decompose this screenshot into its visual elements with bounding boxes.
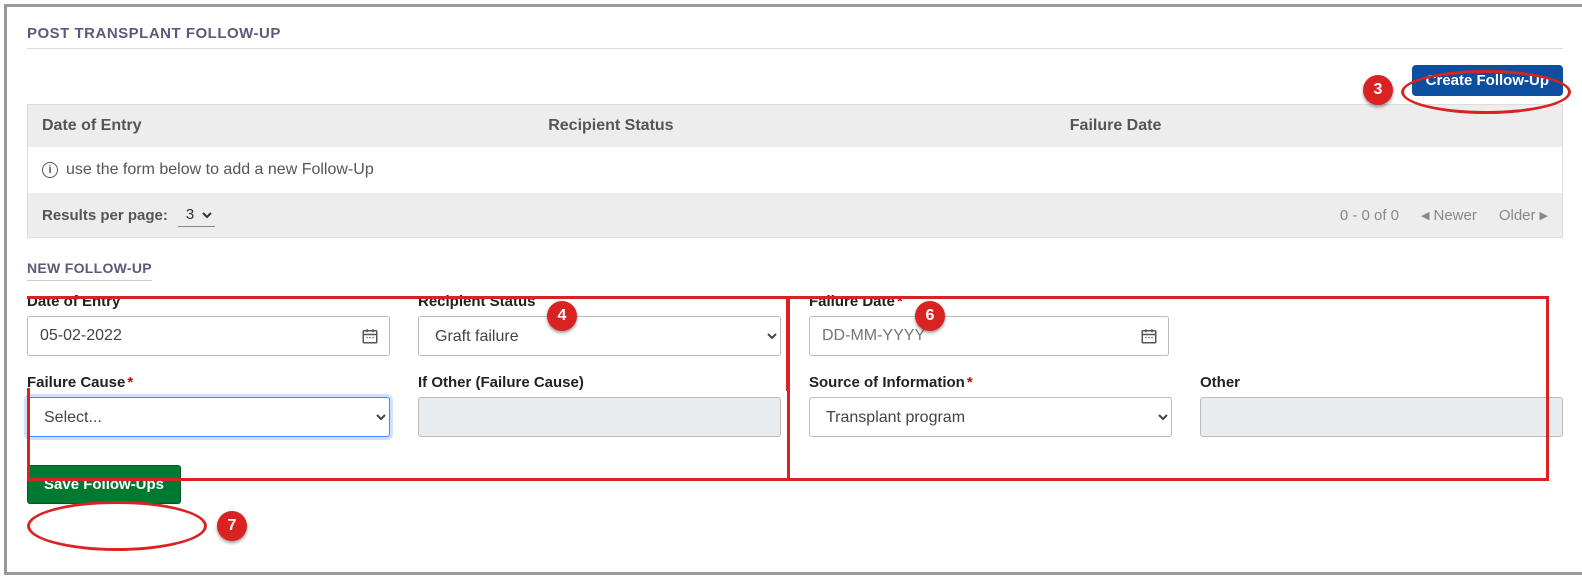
label-failure-date: Failure Date* bbox=[809, 293, 1172, 310]
col-recipient-status: Recipient Status bbox=[534, 105, 1056, 147]
calendar-button-failure[interactable] bbox=[1130, 316, 1169, 356]
section-title: POST TRANSPLANT FOLLOW-UP bbox=[27, 25, 1563, 49]
empty-message: use the form below to add a new Follow-U… bbox=[66, 161, 374, 179]
col-date-of-entry: Date of Entry bbox=[28, 105, 534, 147]
select-failure-cause[interactable]: Select... bbox=[27, 397, 390, 437]
calendar-icon bbox=[361, 327, 379, 345]
input-if-other-cause bbox=[418, 397, 781, 437]
select-recipient-status[interactable]: Graft failure bbox=[418, 316, 781, 356]
input-other bbox=[1200, 397, 1563, 437]
annotation-ring-7 bbox=[27, 501, 207, 551]
annotation-badge-7: 7 bbox=[217, 511, 247, 541]
label-source-of-info: Source of Information* bbox=[809, 374, 1172, 391]
newer-label: Newer bbox=[1433, 207, 1476, 224]
create-follow-up-button[interactable]: Create Follow-Up bbox=[1412, 65, 1563, 96]
label-failure-cause: Failure Cause* bbox=[27, 374, 390, 391]
label-other: Other bbox=[1200, 374, 1563, 391]
input-date-of-entry[interactable] bbox=[27, 316, 351, 356]
save-follow-ups-button[interactable]: Save Follow-Ups bbox=[27, 465, 181, 504]
pager: 0 - 0 of 0 ◀ Newer Older ▶ bbox=[1340, 207, 1548, 224]
field-recipient-status: Recipient Status Graft failure bbox=[418, 293, 781, 356]
input-failure-date[interactable] bbox=[809, 316, 1130, 356]
calendar-button-entry[interactable] bbox=[351, 316, 390, 356]
select-source-of-info[interactable]: Transplant program bbox=[809, 397, 1172, 437]
calendar-icon bbox=[1140, 327, 1158, 345]
label-if-other-cause: If Other (Failure Cause) bbox=[418, 374, 781, 391]
info-icon: i bbox=[42, 162, 58, 178]
chevron-left-icon: ◀ bbox=[1421, 209, 1429, 222]
followup-table: Date of Entry Recipient Status Failure D… bbox=[27, 104, 1563, 238]
older-label: Older bbox=[1499, 207, 1536, 224]
field-failure-cause: Failure Cause* Select... bbox=[27, 374, 390, 437]
results-per-page: Results per page: 3 bbox=[42, 203, 215, 227]
results-label: Results per page: bbox=[42, 207, 168, 224]
newer-button[interactable]: ◀ Newer bbox=[1421, 207, 1477, 224]
table-empty-row: i use the form below to add a new Follow… bbox=[28, 147, 1562, 193]
new-followup-heading: NEW FOLLOW-UP bbox=[27, 260, 152, 281]
page-frame: POST TRANSPLANT FOLLOW-UP Create Follow-… bbox=[4, 4, 1582, 575]
followup-form: Date of Entry Recipient Status Graft fai… bbox=[27, 293, 1563, 437]
label-date-of-entry: Date of Entry bbox=[27, 293, 390, 310]
chevron-right-icon: ▶ bbox=[1540, 209, 1548, 222]
field-if-other-cause: If Other (Failure Cause) bbox=[418, 374, 781, 437]
field-other: Other bbox=[1200, 374, 1563, 437]
col-failure-date: Failure Date bbox=[1056, 105, 1562, 147]
field-source-of-info: Source of Information* Transplant progra… bbox=[809, 374, 1172, 437]
table-header-row: Date of Entry Recipient Status Failure D… bbox=[28, 105, 1562, 147]
results-select[interactable]: 3 bbox=[178, 203, 215, 227]
table-footer: Results per page: 3 0 - 0 of 0 ◀ Newer O… bbox=[28, 193, 1562, 237]
field-date-of-entry: Date of Entry bbox=[27, 293, 390, 356]
field-failure-date: Failure Date* bbox=[809, 293, 1172, 356]
top-actions: Create Follow-Up bbox=[27, 55, 1563, 104]
older-button[interactable]: Older ▶ bbox=[1499, 207, 1548, 224]
label-recipient-status: Recipient Status bbox=[418, 293, 781, 310]
page-range: 0 - 0 of 0 bbox=[1340, 207, 1399, 224]
